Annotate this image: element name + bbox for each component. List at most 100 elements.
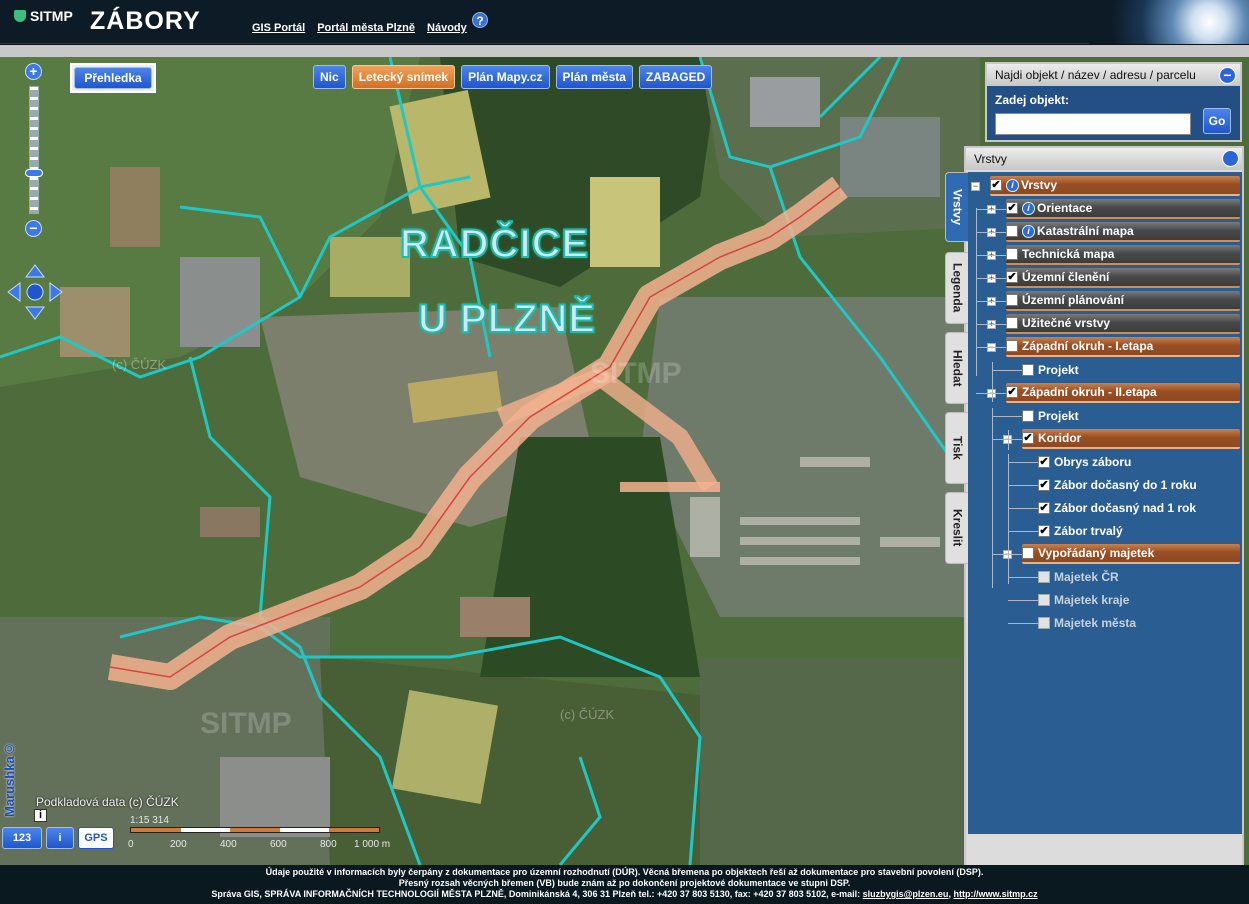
checkbox-checked[interactable]: ✔ bbox=[1038, 502, 1050, 514]
checkbox-unchecked[interactable] bbox=[1022, 410, 1034, 422]
checkbox-checked[interactable]: ✔ bbox=[1006, 271, 1018, 283]
checkbox-checked[interactable]: ✔ bbox=[990, 179, 1002, 191]
layer-row[interactable]: ✔ Územní členění bbox=[1006, 268, 1240, 288]
pan-center-icon[interactable] bbox=[26, 283, 44, 301]
checkbox-checked[interactable]: ✔ bbox=[1006, 202, 1018, 214]
pan-up-icon[interactable] bbox=[25, 264, 45, 278]
layer-label: Majetek města bbox=[1054, 616, 1137, 630]
tree-connector bbox=[976, 209, 1006, 210]
link-navody[interactable]: Návody bbox=[427, 22, 467, 34]
basemap-zabaged-button[interactable]: ZABAGED bbox=[638, 65, 713, 89]
layer-row[interactable]: Majetek ČR bbox=[1038, 567, 1240, 587]
toolbar-strip bbox=[0, 45, 1249, 57]
basemap-plan-mesta-button[interactable]: Plán města bbox=[555, 65, 633, 89]
layer-row[interactable]: i Katastrální mapa bbox=[1006, 222, 1240, 242]
collapse-icon[interactable]: − bbox=[1219, 67, 1236, 84]
pan-control bbox=[6, 263, 64, 321]
tree-connector bbox=[992, 362, 993, 402]
footer: Údaje použité v informacích byly čerpány… bbox=[0, 865, 1249, 904]
scale-toggle-button[interactable]: 123 bbox=[2, 827, 42, 849]
tree-connector bbox=[976, 232, 1006, 233]
info-button[interactable]: i bbox=[46, 827, 74, 849]
map-label-u-plzne: U PLZNĚ bbox=[417, 296, 597, 342]
layer-row[interactable]: Majetek kraje bbox=[1038, 590, 1240, 610]
panel-toggle-icon[interactable] bbox=[1222, 150, 1239, 167]
link-gis-portal[interactable]: GIS Portál bbox=[252, 22, 305, 34]
layer-row[interactable]: ✔ Obrys záboru bbox=[1038, 452, 1240, 472]
checkbox-checked[interactable]: ✔ bbox=[1022, 432, 1034, 444]
layer-row[interactable]: Užitečné vrstvy bbox=[1006, 314, 1240, 334]
pan-right-icon[interactable] bbox=[49, 282, 63, 302]
tree-connector bbox=[976, 393, 1006, 394]
basemap-letecky-snimek-button[interactable]: Letecký snímek bbox=[351, 65, 456, 89]
overview-button[interactable]: Přehledka bbox=[74, 67, 152, 89]
layer-info-icon[interactable]: i bbox=[1006, 178, 1019, 192]
search-input[interactable] bbox=[995, 113, 1191, 135]
layer-row[interactable]: Západní okruh - I.etapa bbox=[1006, 337, 1240, 357]
zoom-slider-handle[interactable] bbox=[25, 169, 43, 177]
overview-button-frame: Přehledka bbox=[70, 63, 156, 93]
layer-row[interactable]: ✔ Zábor dočasný nad 1 rok bbox=[1038, 498, 1240, 518]
layer-row[interactable]: Technická mapa bbox=[1006, 245, 1240, 265]
search-go-button[interactable]: Go bbox=[1203, 108, 1231, 134]
layer-row[interactable]: Vypořádaný majetek bbox=[1022, 544, 1240, 564]
zoom-in-button[interactable]: + bbox=[25, 63, 42, 80]
checkbox-checked[interactable]: ✔ bbox=[1038, 456, 1050, 468]
layer-row[interactable]: ✔ Koridor bbox=[1022, 429, 1240, 449]
tab-hledat[interactable]: Hledat bbox=[945, 332, 969, 404]
layer-label: Majetek kraje bbox=[1054, 593, 1130, 607]
layer-row[interactable]: Majetek města bbox=[1038, 613, 1240, 633]
layer-info-icon[interactable]: i bbox=[1022, 201, 1035, 215]
layer-row[interactable]: Projekt bbox=[1022, 360, 1240, 380]
checkbox-unchecked[interactable] bbox=[1038, 571, 1050, 583]
layer-row[interactable]: ✔ Zábor trvalý bbox=[1038, 521, 1240, 541]
checkbox-unchecked[interactable] bbox=[1006, 294, 1018, 306]
checkbox-checked[interactable]: ✔ bbox=[1006, 386, 1018, 398]
scale-tick: 200 bbox=[170, 839, 187, 850]
layers-panel-header: Vrstvy bbox=[966, 148, 1242, 170]
sitmp-logo[interactable]: SITMP bbox=[14, 8, 73, 24]
checkbox-unchecked[interactable] bbox=[1006, 317, 1018, 329]
link-portal-mesta[interactable]: Portál města Plzně bbox=[317, 22, 415, 34]
checkbox-checked[interactable]: ✔ bbox=[1038, 525, 1050, 537]
layer-row[interactable]: ✔ i Vrstvy bbox=[990, 176, 1240, 196]
layer-label: Územní plánování bbox=[1022, 293, 1125, 307]
gps-button[interactable]: GPS bbox=[78, 827, 114, 849]
layer-row[interactable]: ✔ Zábor dočasný do 1 roku bbox=[1038, 475, 1240, 495]
layer-row[interactable]: ✔ i Orientace bbox=[1006, 199, 1240, 219]
tree-expander-icon[interactable]: − bbox=[971, 182, 980, 191]
layer-row[interactable]: ✔ Západní okruh - II.etapa bbox=[1006, 383, 1240, 403]
checkbox-unchecked[interactable] bbox=[1006, 225, 1018, 237]
tree-connector bbox=[1008, 430, 1009, 450]
checkbox-unchecked[interactable] bbox=[1038, 594, 1050, 606]
checkbox-unchecked[interactable] bbox=[1006, 340, 1018, 352]
map-canvas[interactable]: RADČICE U PLZNĚ (c) ČÚZK (c) ČÚZK SITMP … bbox=[0, 57, 1249, 865]
checkbox-unchecked[interactable] bbox=[1038, 617, 1050, 629]
info-box[interactable]: i bbox=[34, 809, 47, 822]
footer-web-link[interactable]: http://www.sitmp.cz bbox=[953, 889, 1037, 899]
checkbox-unchecked[interactable] bbox=[1022, 364, 1034, 376]
tab-legenda[interactable]: Legenda bbox=[945, 252, 969, 324]
checkbox-unchecked[interactable] bbox=[1006, 248, 1018, 260]
zoom-slider[interactable] bbox=[29, 86, 39, 214]
basemap-nic-button[interactable]: Nic bbox=[313, 65, 346, 89]
help-icon[interactable]: ? bbox=[472, 12, 488, 28]
top-links: GIS Portál Portál města Plzně Návody bbox=[252, 22, 467, 34]
basemap-plan-mapy-button[interactable]: Plán Mapy.cz bbox=[461, 65, 550, 89]
pan-left-icon[interactable] bbox=[7, 282, 21, 302]
tab-vrstvy[interactable]: Vrstvy bbox=[945, 172, 969, 242]
footer-email-link[interactable]: sluzbygis@plzen.eu bbox=[863, 889, 949, 899]
layer-row[interactable]: Projekt bbox=[1022, 406, 1240, 426]
layer-tree: −✔iVrstvy+✔iOrientace+iKatastrální mapa+… bbox=[968, 172, 1242, 834]
pan-down-icon[interactable] bbox=[25, 306, 45, 320]
checkbox-unchecked[interactable] bbox=[1022, 547, 1034, 559]
app-header: SITMP ZÁBORY GIS Portál Portál města Plz… bbox=[0, 0, 1249, 44]
layer-info-icon[interactable]: i bbox=[1022, 224, 1035, 238]
layer-row[interactable]: Územní plánování bbox=[1006, 291, 1240, 311]
tree-connector bbox=[976, 208, 977, 376]
checkbox-checked[interactable]: ✔ bbox=[1038, 479, 1050, 491]
tab-tisk[interactable]: Tisk bbox=[945, 412, 969, 484]
layer-label: Projekt bbox=[1038, 363, 1079, 377]
zoom-out-button[interactable]: − bbox=[25, 220, 42, 237]
tab-kreslit[interactable]: Kreslit bbox=[945, 492, 969, 564]
